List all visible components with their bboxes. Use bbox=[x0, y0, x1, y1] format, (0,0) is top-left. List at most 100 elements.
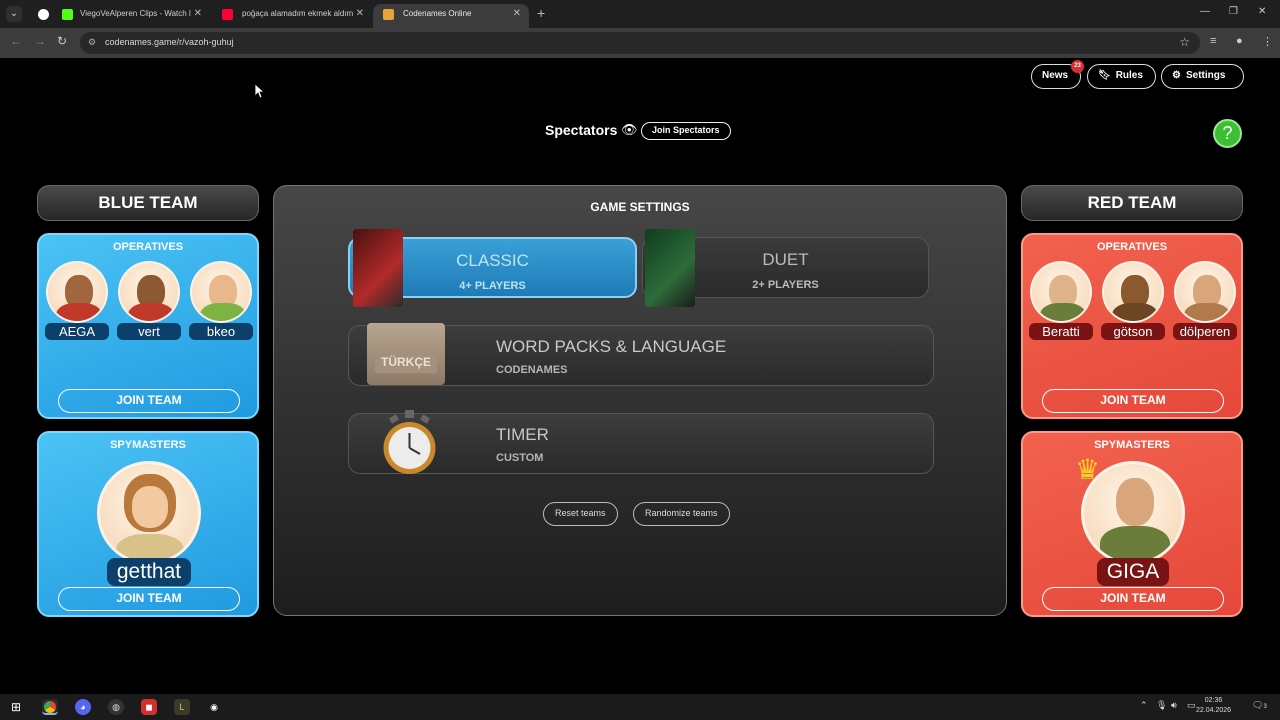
player-avatar[interactable]: vert bbox=[117, 261, 181, 341]
app-icon-red[interactable]: ◼ bbox=[141, 699, 157, 715]
app-icon-panda[interactable]: ◉ bbox=[206, 699, 222, 715]
word-packs-value: CODENAMES bbox=[496, 364, 568, 376]
settings-label: Settings bbox=[1185, 70, 1226, 81]
close-tab-icon[interactable]: ✕ bbox=[356, 4, 364, 24]
tab-title: poğaça alamadım ekmek aldım bbox=[242, 9, 354, 18]
player-name: dölperen bbox=[1173, 323, 1237, 340]
player-name: vert bbox=[117, 323, 181, 340]
browser-tab-1[interactable]: ViegoVeAlperen Clips - Watch l ✕ bbox=[30, 4, 210, 28]
discord-icon[interactable]: ◕ bbox=[75, 699, 91, 715]
timer-row[interactable]: TIMER CUSTOM bbox=[348, 410, 934, 474]
player-avatar[interactable]: dölperen bbox=[1173, 261, 1237, 341]
site-info-icon[interactable]: ⚙ bbox=[88, 37, 96, 48]
player-name: götson bbox=[1101, 323, 1165, 340]
player-name: bkeo bbox=[189, 323, 253, 340]
steam-icon[interactable]: ◍ bbox=[108, 699, 124, 715]
player-avatar[interactable]: Beratti bbox=[1029, 261, 1093, 341]
spectators-label: Spectators bbox=[545, 122, 618, 138]
news-label: News bbox=[1042, 70, 1069, 81]
player-name: AEGA bbox=[45, 323, 109, 340]
chrome-icon[interactable] bbox=[42, 699, 58, 715]
spymaster-avatar[interactable]: GIGA bbox=[1077, 461, 1189, 586]
tab-title: Codenames Online bbox=[403, 9, 472, 18]
rules-button[interactable]: 🔖︎ Rules bbox=[1087, 64, 1156, 89]
operatives-title: OPERATIVES bbox=[112, 241, 184, 253]
profile-icon[interactable]: ● bbox=[1236, 35, 1243, 47]
address-bar-row: ← → ↻ ⚙ codenames.game/r/vazoh-guhuj ☆ ≡… bbox=[0, 28, 1280, 58]
timer-value: CUSTOM bbox=[496, 452, 544, 464]
word-pack-image: TÜRKÇE bbox=[367, 323, 445, 385]
display-icon[interactable]: ▭ bbox=[1187, 700, 1196, 711]
game-settings-panel: GAME SETTINGS CLASSIC 4+ PLAYERS DUET 2+… bbox=[273, 185, 1007, 616]
settings-button[interactable]: ⚙ Settings bbox=[1161, 64, 1244, 89]
player-name: GIGA bbox=[1096, 558, 1170, 586]
taskbar-clock[interactable]: 02:36 22.04.2026 bbox=[1196, 696, 1231, 716]
close-tab-icon[interactable]: ✕ bbox=[194, 4, 202, 24]
clock-date: 22.04.2026 bbox=[1196, 707, 1232, 714]
close-circle-icon bbox=[38, 9, 49, 20]
restore-icon[interactable]: ❐ bbox=[1229, 6, 1238, 17]
blue-operatives-panel: OPERATIVES AEGA vert bkeo JOIN TEAM bbox=[37, 233, 259, 419]
clock-time: 02:36 bbox=[1204, 697, 1223, 704]
join-team-button[interactable]: JOIN TEAM bbox=[1042, 587, 1224, 611]
join-team-button[interactable]: JOIN TEAM bbox=[58, 587, 240, 611]
browser-tab-2[interactable]: poğaça alamadım ekmek aldım ✕ bbox=[212, 4, 372, 28]
close-tab-icon[interactable]: ✕ bbox=[513, 4, 521, 24]
youtube-favicon-icon bbox=[222, 9, 233, 20]
bookmark-icon: 🔖︎ bbox=[1098, 70, 1111, 81]
randomize-teams-button[interactable]: Randomize teams bbox=[633, 502, 730, 526]
tab-search-icon[interactable]: ⌄ bbox=[6, 6, 22, 22]
word-packs-row[interactable]: TÜRKÇE WORD PACKS & LANGUAGE CODENAMES bbox=[348, 323, 934, 386]
blue-team-header: BLUE TEAM bbox=[37, 185, 259, 221]
browser-tab-bar: ⌄ ViegoVeAlperen Clips - Watch l ✕ poğaç… bbox=[0, 0, 1280, 28]
spymasters-title: SPYMASTERS bbox=[110, 439, 186, 451]
word-packs-title: WORD PACKS & LANGUAGE bbox=[496, 337, 727, 356]
player-avatar[interactable]: AEGA bbox=[45, 261, 109, 341]
join-spectators-button[interactable]: Join Spectators bbox=[641, 122, 731, 140]
media-control-icon[interactable]: ≡ bbox=[1210, 35, 1216, 47]
player-avatar[interactable]: bkeo bbox=[189, 261, 253, 341]
menu-icon[interactable]: ⋮ bbox=[1262, 35, 1273, 48]
eye-icon: 👁︎ bbox=[621, 122, 638, 137]
forward-icon[interactable]: → bbox=[34, 34, 46, 48]
avatar-image bbox=[97, 461, 201, 565]
volume-icon[interactable]: 🔊︎ bbox=[1171, 700, 1177, 711]
spymasters-title: SPYMASTERS bbox=[1094, 439, 1170, 451]
url-text: codenames.game/r/vazoh-guhuj bbox=[105, 37, 234, 47]
timer-title: TIMER bbox=[496, 425, 549, 444]
red-spymasters-panel: SPYMASTERS ♛ GIGA JOIN TEAM bbox=[1021, 431, 1243, 617]
join-team-button[interactable]: JOIN TEAM bbox=[58, 389, 240, 413]
news-count-badge: 23 bbox=[1071, 60, 1084, 73]
news-button[interactable]: News 23 bbox=[1031, 60, 1084, 89]
tray-chevron-icon[interactable]: ⌃ bbox=[1140, 700, 1148, 711]
windows-start-icon[interactable]: ⊞ bbox=[8, 699, 24, 715]
window-close-icon[interactable]: ✕ bbox=[1258, 6, 1266, 17]
avatar-image bbox=[118, 261, 180, 323]
pack-label: TÜRKÇE bbox=[375, 351, 437, 373]
player-name: Beratti bbox=[1029, 323, 1093, 340]
operatives-title: OPERATIVES bbox=[1096, 241, 1168, 253]
reset-teams-button[interactable]: Reset teams bbox=[543, 502, 618, 526]
league-icon[interactable]: L bbox=[174, 699, 190, 715]
taskbar: ⊞ ◕ ◍ ◼ L ◉ ⌃ 🎙︎ 🔊︎ ▭ 02:36 22.04.2026 🗨… bbox=[0, 694, 1280, 720]
join-team-button[interactable]: JOIN TEAM bbox=[1042, 389, 1224, 413]
stopwatch-icon bbox=[383, 410, 436, 474]
spymaster-avatar[interactable]: getthat bbox=[93, 461, 205, 586]
avatar-image bbox=[1174, 261, 1236, 323]
blue-spymasters-panel: SPYMASTERS getthat JOIN TEAM bbox=[37, 431, 259, 617]
bookmark-star-icon[interactable]: ☆ bbox=[1179, 35, 1190, 49]
microphone-icon[interactable]: 🎙︎ bbox=[1156, 700, 1167, 711]
browser-tab-3[interactable]: Codenames Online ✕ bbox=[373, 4, 529, 28]
back-icon[interactable]: ← bbox=[10, 34, 22, 48]
tab-title: ViegoVeAlperen Clips - Watch l bbox=[80, 9, 191, 18]
url-field[interactable]: ⚙ codenames.game/r/vazoh-guhuj ☆ bbox=[80, 32, 1200, 54]
reload-icon[interactable]: ↻ bbox=[57, 34, 67, 48]
help-icon[interactable]: ? bbox=[1213, 119, 1242, 148]
game-settings-title: GAME SETTINGS bbox=[590, 200, 690, 214]
player-avatar[interactable]: götson bbox=[1101, 261, 1165, 341]
notification-icon[interactable]: 🗨︎3 bbox=[1252, 700, 1267, 711]
new-tab-icon[interactable]: + bbox=[537, 5, 545, 21]
avatar-image bbox=[46, 261, 108, 323]
minimize-icon[interactable]: — bbox=[1200, 6, 1210, 17]
avatar-image bbox=[190, 261, 252, 323]
